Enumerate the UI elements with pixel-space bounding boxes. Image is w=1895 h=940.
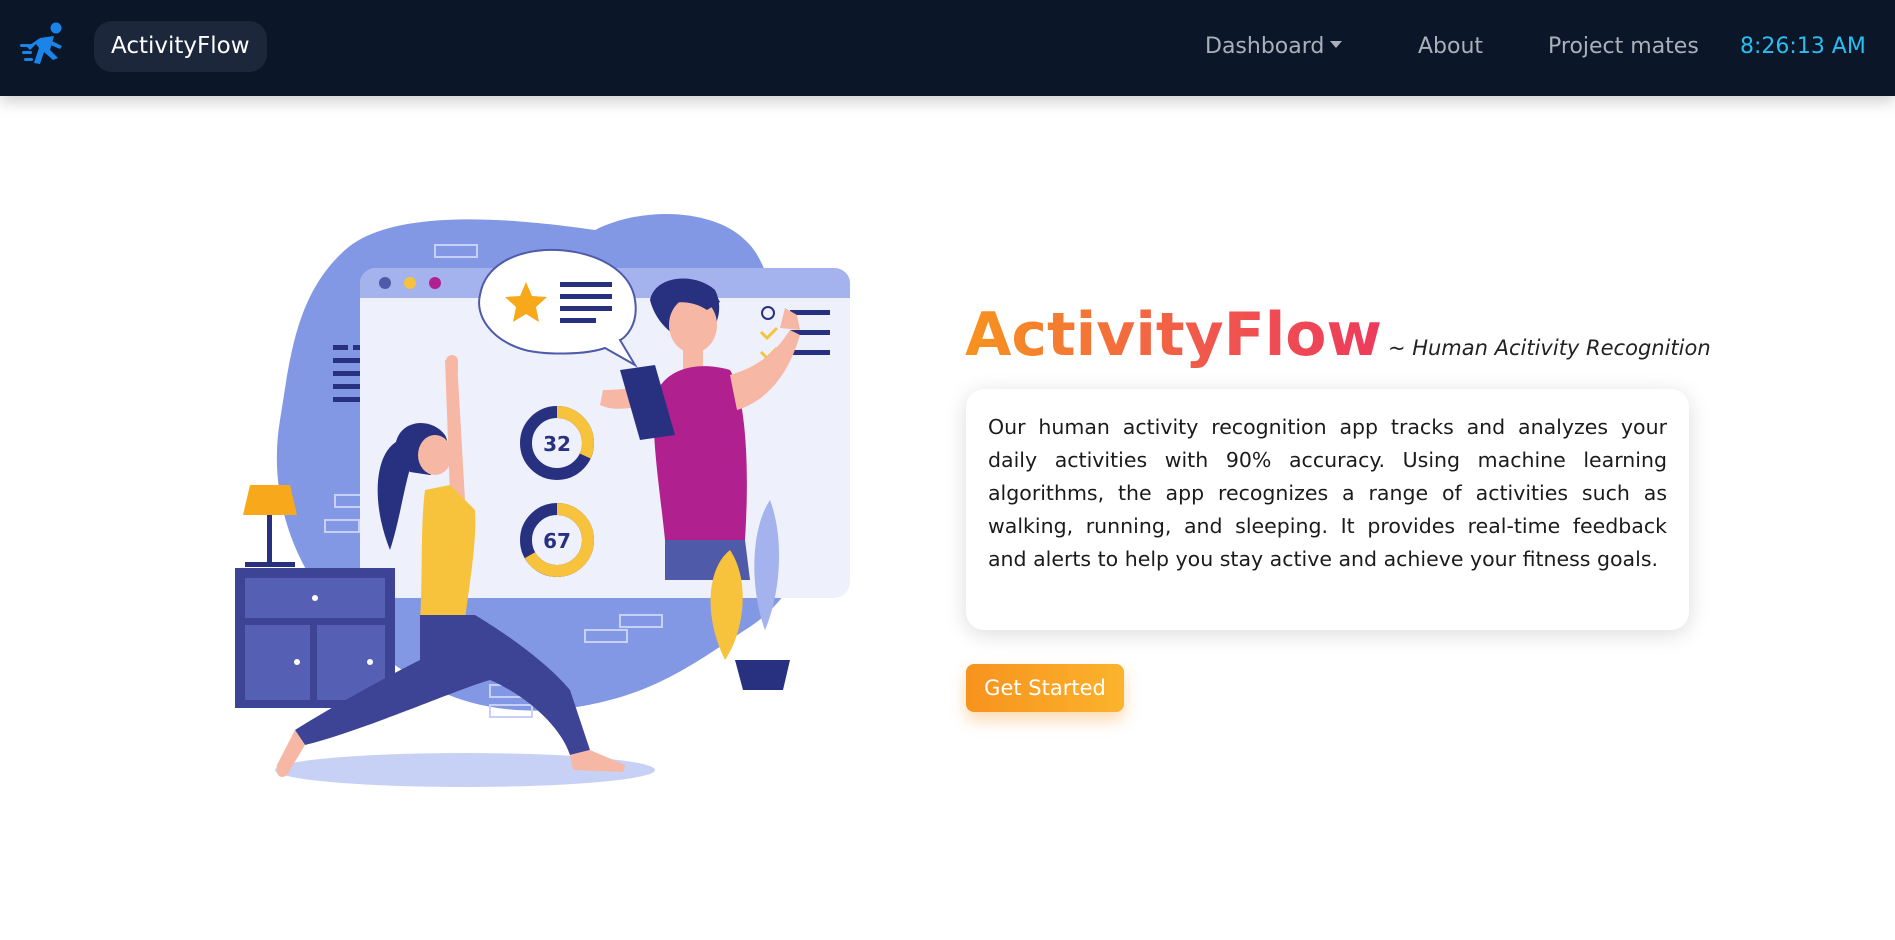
nav-project-mates-link[interactable]: Project mates [1548,30,1699,64]
hero-subtitle: ~ Human Acitivity Recognition [1387,336,1711,360]
brand-link[interactable]: ActivityFlow [94,21,267,72]
nav-about-link[interactable]: About [1418,30,1483,64]
stat-67-label: 67 [543,529,571,553]
caret-down-icon [1330,40,1343,48]
hero-illustration: 32 67 [235,213,850,787]
hero-title-row: ActivityFlow ~ Human Acitivity Recognitio… [965,296,1711,374]
nav-dashboard-dropdown[interactable]: Dashboard [1205,30,1343,64]
description-card: Our human activity recognition app track… [966,389,1689,630]
description-text: Our human activity recognition app track… [988,415,1667,571]
top-navbar: ActivityFlow Dashboard About Project mat… [0,0,1895,96]
stat-32-label: 32 [543,432,571,456]
running-man-icon[interactable] [18,20,70,72]
clock-display: 8:26:13 AM [1740,34,1866,59]
hero-title: ActivityFlow [965,296,1382,374]
get-started-button[interactable]: Get Started [966,664,1124,712]
nav-dashboard-label: Dashboard [1205,34,1325,59]
